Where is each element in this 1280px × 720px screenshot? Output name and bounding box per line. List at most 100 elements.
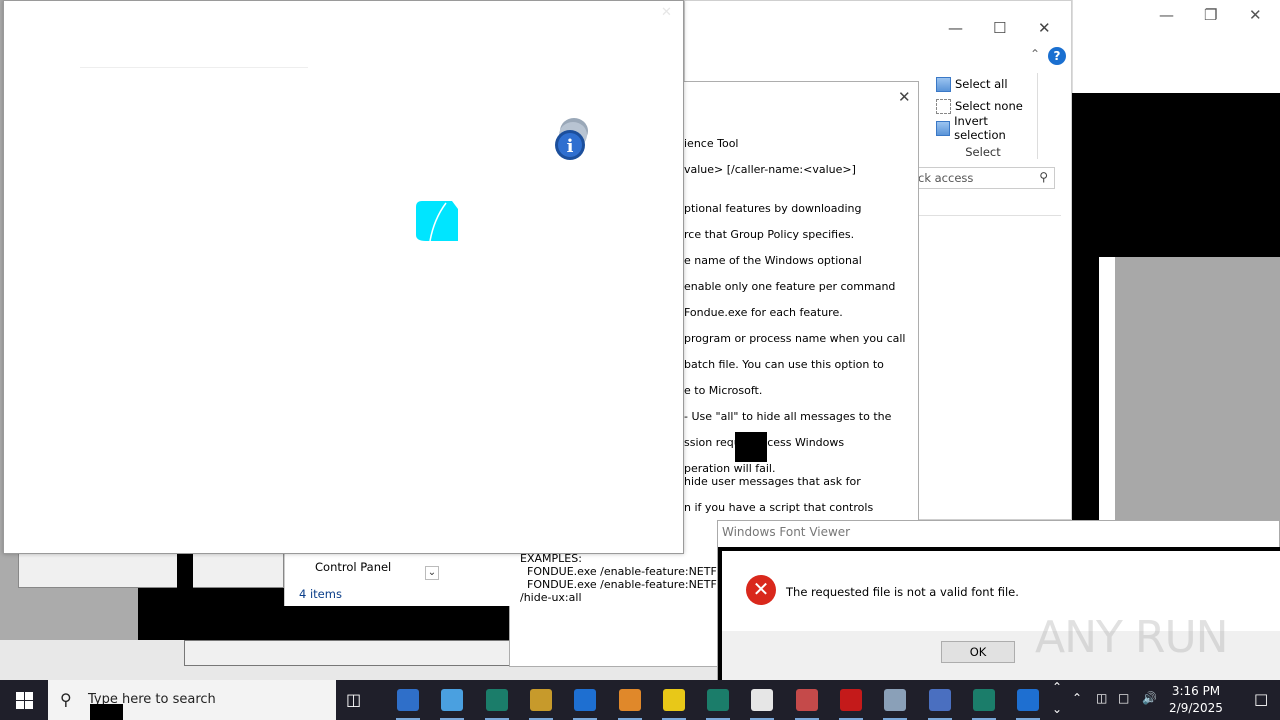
- help-line: rce that Group Policy specifies.: [684, 228, 855, 241]
- device-icon[interactable]: ◫: [1096, 691, 1107, 705]
- media-app-taskbar-button[interactable]: [615, 686, 645, 720]
- search-icon: ⚲: [60, 690, 72, 709]
- help-icon[interactable]: ?: [1048, 47, 1066, 65]
- media-app-icon: [618, 689, 641, 711]
- doc-app-taskbar-button[interactable]: [792, 686, 822, 720]
- help-line: peration will fail.: [684, 462, 776, 475]
- windows-icon: [15, 691, 33, 709]
- chevron-up-icon[interactable]: ⌃: [1030, 47, 1040, 61]
- tool-app-taskbar-button[interactable]: [880, 686, 910, 720]
- start-button[interactable]: [0, 680, 48, 720]
- maximize-icon[interactable]: ☐: [993, 19, 1006, 37]
- minimize-icon[interactable]: —: [948, 19, 963, 37]
- help-line: value> [/caller-name:<value>]: [684, 163, 856, 176]
- explorer-status-area: Control Panel ⌄ 4 items: [284, 554, 510, 606]
- watermark: ANY RUN: [1035, 612, 1229, 663]
- network-icon[interactable]: □: [1118, 691, 1129, 705]
- paint-app-taskbar-button[interactable]: [437, 686, 467, 720]
- flash-app-taskbar-button[interactable]: [836, 686, 866, 720]
- quick-access-search[interactable]: ck access ⚲: [913, 167, 1055, 189]
- help-line: n if you have a script that controls: [684, 501, 874, 514]
- x-app-taskbar-button[interactable]: [659, 686, 689, 720]
- help-line: e name of the Windows optional: [684, 254, 862, 267]
- taskbar: ⚲ Type here to search ◫ ⌃ ⌄ ⌃ ◫ □ 🔊 □ 3:…: [0, 680, 1280, 720]
- items-count: 4 items: [299, 587, 342, 601]
- flash-app-icon: [840, 689, 862, 711]
- example-line: FONDUE.exe /enable-feature:NETFX3: [520, 578, 732, 591]
- help-line: - Use "all" to hide all messages to the: [684, 410, 892, 423]
- window-app-icon: [485, 689, 508, 711]
- tool-app-icon: [884, 689, 907, 711]
- paint-app-icon: [441, 689, 464, 711]
- background-black-area: [177, 554, 193, 592]
- help-line: hide user messages that ask for: [684, 475, 861, 488]
- background-gray-area: [1115, 257, 1280, 520]
- notifications-icon[interactable]: □: [1254, 690, 1268, 708]
- clock-time: 3:16 PM: [1171, 684, 1221, 698]
- help-line: e to Microsoft.: [684, 384, 763, 397]
- window-app-taskbar-button[interactable]: [482, 686, 512, 720]
- close-icon[interactable]: ✕: [661, 5, 672, 20]
- background-window: — ❐ ✕: [1072, 0, 1280, 93]
- help-line: batch file. You can use this option to: [684, 358, 884, 371]
- svg-text:i: i: [567, 136, 574, 157]
- background-black-area: [1069, 257, 1099, 520]
- select-none-button[interactable]: Select none: [936, 97, 1023, 115]
- clock[interactable]: 3:16 PM 2/9/2025: [1150, 683, 1242, 717]
- triangle-app-icon: [928, 689, 951, 711]
- bluetooth-app-taskbar-button[interactable]: [1013, 686, 1043, 720]
- divider: [80, 67, 308, 68]
- redacted-block: [735, 432, 767, 462]
- ribbon-select-group: Select all Select none Invert selection …: [928, 73, 1038, 159]
- help-line: program or process name when you call: [684, 332, 906, 345]
- error-message: The requested file is not a valid font f…: [786, 585, 1019, 599]
- select-all-button[interactable]: Select all: [936, 75, 1008, 93]
- x-app-icon: [662, 689, 685, 711]
- search-icon: ⚲: [1039, 170, 1048, 184]
- control-panel-item[interactable]: Control Panel: [315, 560, 391, 574]
- blank-window: ✕ i: [3, 0, 684, 554]
- select-none-icon: [936, 98, 951, 114]
- info-icon: i: [555, 118, 588, 160]
- pen-app-icon: [751, 689, 774, 711]
- window-app-3-icon: [972, 689, 995, 711]
- doc-app-icon: [795, 689, 818, 711]
- minimize-icon[interactable]: —: [1159, 6, 1174, 24]
- window-app-3-taskbar-button[interactable]: [969, 686, 999, 720]
- ok-button[interactable]: OK: [941, 641, 1015, 663]
- error-icon: ✕: [746, 575, 776, 605]
- font-app-icon: [397, 689, 419, 711]
- invert-selection-button[interactable]: Invert selection: [936, 114, 1037, 142]
- restore-icon[interactable]: ❐: [1204, 6, 1217, 24]
- invert-selection-icon: [936, 120, 951, 136]
- info-app-taskbar-button[interactable]: [570, 686, 600, 720]
- ribbon-group-label: Select: [965, 145, 1001, 159]
- triangle-app-taskbar-button[interactable]: [925, 686, 955, 720]
- font-app-taskbar-button[interactable]: [393, 686, 423, 720]
- close-icon[interactable]: ✕: [1249, 6, 1262, 24]
- select-all-icon: [936, 76, 951, 92]
- app-shape-icon: [416, 201, 458, 241]
- clock-date: 2/9/2025: [1169, 701, 1223, 715]
- close-icon[interactable]: ✕: [898, 88, 911, 106]
- task-view-icon[interactable]: ◫: [346, 690, 372, 710]
- scroll-up-icon[interactable]: ⌃: [1052, 680, 1062, 694]
- background-black-area: [1069, 93, 1280, 257]
- window-app-2-taskbar-button[interactable]: [703, 686, 733, 720]
- background-window-frame: [184, 640, 510, 666]
- gear-app-taskbar-button[interactable]: [526, 686, 556, 720]
- help-line: ptional features by downloading: [684, 202, 862, 215]
- taskbar-search[interactable]: ⚲ Type here to search: [48, 680, 336, 720]
- pen-app-taskbar-button[interactable]: [747, 686, 777, 720]
- dialog-title: Windows Font Viewer: [722, 525, 851, 539]
- background-window-frame: [18, 554, 284, 588]
- info-app-icon: [574, 689, 597, 711]
- close-icon[interactable]: ✕: [1038, 19, 1051, 37]
- divider: [913, 215, 1061, 216]
- chevron-up-icon[interactable]: ⌃: [1072, 691, 1082, 705]
- background-white-column: [1099, 257, 1115, 520]
- help-line: Fondue.exe for each feature.: [684, 306, 843, 319]
- scroll-down-icon[interactable]: ⌄: [1052, 702, 1062, 716]
- help-line: enable only one feature per command: [684, 280, 896, 293]
- chevron-down-icon[interactable]: ⌄: [425, 566, 439, 580]
